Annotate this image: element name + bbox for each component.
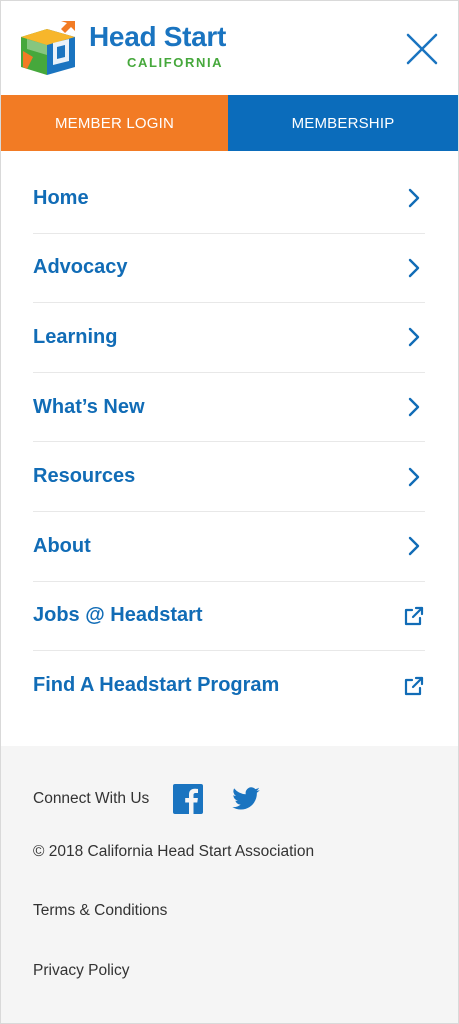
nav-item-about[interactable]: About xyxy=(33,512,425,582)
mobile-menu: Head Start CALIFORNIA MEMBER LOGIN MEMBE… xyxy=(0,0,459,1024)
terms-link[interactable]: Terms & Conditions xyxy=(33,902,167,920)
privacy-link[interactable]: Privacy Policy xyxy=(33,962,129,980)
nav-item-label: Learning xyxy=(33,325,118,348)
connect-row: Connect With Us xyxy=(33,784,261,814)
facebook-icon[interactable] xyxy=(173,784,204,814)
membership-button[interactable]: MEMBERSHIP xyxy=(228,95,458,151)
main-navigation: Home Advocacy Learning What’s New Resour… xyxy=(33,164,425,721)
nav-item-label: About xyxy=(33,534,91,557)
external-link-icon xyxy=(403,605,425,627)
nav-item-label: Resources xyxy=(33,465,136,488)
chevron-right-icon xyxy=(403,257,425,279)
logo-subtitle: CALIFORNIA xyxy=(127,55,224,70)
nav-item-label: Find A Headstart Program xyxy=(33,674,280,697)
nav-item-label: Home xyxy=(33,186,89,209)
nav-item-home[interactable]: Home xyxy=(33,164,425,234)
nav-item-label: What’s New xyxy=(33,395,145,418)
nav-item-label: Advocacy xyxy=(33,256,128,279)
connect-label: Connect With Us xyxy=(33,790,150,807)
nav-item-learning[interactable]: Learning xyxy=(33,303,425,373)
chevron-right-icon xyxy=(403,326,425,348)
chevron-right-icon xyxy=(403,535,425,557)
close-icon xyxy=(406,33,438,65)
nav-item-jobs[interactable]: Jobs @ Headstart xyxy=(33,582,425,652)
site-logo[interactable]: Head Start CALIFORNIA xyxy=(17,17,237,79)
header: Head Start CALIFORNIA xyxy=(1,1,458,95)
logo-mark-icon xyxy=(21,21,75,75)
nav-item-resources[interactable]: Resources xyxy=(33,442,425,512)
nav-item-whats-new[interactable]: What’s New xyxy=(33,373,425,443)
footer: Connect With Us © 2018 California Head S… xyxy=(1,746,458,1023)
close-button[interactable] xyxy=(403,30,441,68)
copyright-text: © 2018 California Head Start Association xyxy=(33,843,315,860)
nav-item-advocacy[interactable]: Advocacy xyxy=(33,234,425,304)
logo-title: Head Start xyxy=(89,21,227,52)
auth-bar: MEMBER LOGIN MEMBERSHIP xyxy=(1,95,458,151)
twitter-icon[interactable] xyxy=(231,784,261,814)
chevron-right-icon xyxy=(403,396,425,418)
member-login-button[interactable]: MEMBER LOGIN xyxy=(1,95,228,151)
chevron-right-icon xyxy=(403,187,425,209)
nav-item-label: Jobs @ Headstart xyxy=(33,604,203,627)
nav-item-find-program[interactable]: Find A Headstart Program xyxy=(33,651,425,721)
external-link-icon xyxy=(403,675,425,697)
chevron-right-icon xyxy=(403,466,425,488)
